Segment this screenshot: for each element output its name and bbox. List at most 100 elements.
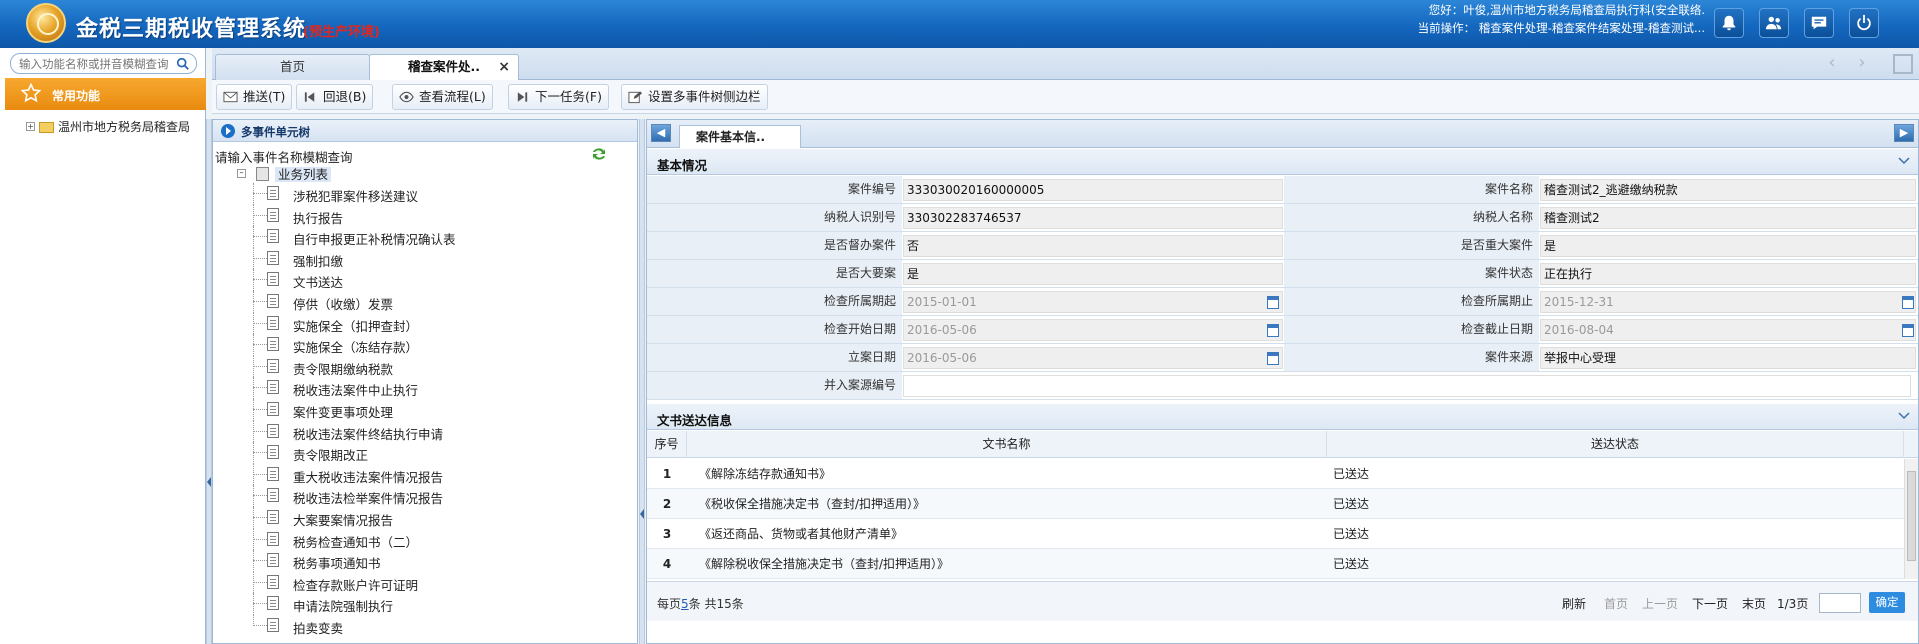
tab-home[interactable]: 首页 [215,54,370,80]
tree-item[interactable]: 税收违法案件中止执行 [213,377,637,399]
first-page-link[interactable]: 首页 [1604,595,1628,612]
page-jump-button[interactable]: 确定 [1869,592,1905,613]
next-task-button[interactable]: 下一任务(F) [508,84,609,110]
table-row[interactable]: 3 《返还商品、货物或者其他财产清单》 已送达 [647,519,1904,549]
view-flow-button-label: 查看流程(L) [419,89,486,104]
calendar-icon[interactable] [1902,324,1914,337]
info-row: 是否督办案件 否 是否重大案件 是 [647,232,1918,260]
close-tab-icon[interactable]: × [498,55,510,79]
tree-item[interactable]: 税务检查通知书（二） [213,528,637,551]
last-page-link[interactable]: 末页 [1742,595,1766,612]
case-source-field[interactable]: 举报中心受理 [1540,347,1916,369]
taxpayer-id-field[interactable]: 330302283746537 [903,207,1283,229]
tab-case-basic-info[interactable]: 案件基本信.. [679,125,801,148]
refresh-icon[interactable] [591,147,607,161]
collapse-tree-icon[interactable] [640,509,644,519]
case-detail-panel: ◀ 案件基本信.. ▶ 基本情况 案件编号 333030020160000005… [646,119,1919,644]
period-start-field[interactable]: 2015-01-01 [903,291,1283,313]
case-status-field[interactable]: 正在执行 [1540,263,1916,285]
tree-item[interactable]: 停供（收缴）发票 [213,290,637,313]
tree-item[interactable]: 税务事项通知书 [213,550,637,572]
back-button[interactable]: 回退(B) [296,84,374,110]
refresh-link[interactable]: 刷新 [1562,595,1586,612]
tree-item-label: 实施保全（冻结存款） [293,340,419,356]
check-end-field[interactable]: 2016-08-04 [1540,319,1916,341]
tree-item[interactable]: 重大税收违法案件情况报告 [213,463,637,486]
chevron-down-icon[interactable] [1898,410,1910,422]
prev-page-link[interactable]: 上一页 [1642,595,1678,612]
col-header-status[interactable]: 送达状态 [1327,431,1904,458]
doc-table-scrollbar[interactable] [1904,459,1918,579]
merged-source-field[interactable] [903,375,1911,397]
tree-item[interactable]: 税收违法检举案件情况报告 [213,485,637,507]
next-page-link[interactable]: 下一页 [1692,595,1728,612]
case-name-field[interactable]: 稽查测试2_逃避缴纳税款 [1540,179,1916,201]
table-row[interactable]: 4 《解除税收保全措施决定书（查封/扣押适用）》 已送达 [647,549,1904,579]
document-icon [267,358,279,373]
tree-item[interactable]: 责令限期缴纳税款 [213,355,637,378]
tree-item[interactable]: 涉税犯罪案件移送建议 [213,183,637,205]
tree-item[interactable]: 实施保全（扣押查封） [213,312,637,335]
col-header-no[interactable]: 序号 [647,431,687,458]
col-header-doc-name[interactable]: 文书名称 [687,431,1327,458]
tree-item[interactable]: 实施保全（冻结存款） [213,334,637,356]
view-flow-button[interactable]: 查看流程(L) [392,84,493,110]
row-number: 3 [662,527,672,541]
doc-name-cell: 《解除税收保全措施决定书（查封/扣押适用）》 [699,557,950,571]
period-end-field[interactable]: 2015-12-31 [1540,291,1916,313]
taxpayer-name-field[interactable]: 稽查测试2 [1540,207,1916,229]
expand-plus-icon[interactable]: + [26,122,35,131]
messages-button[interactable] [1804,8,1834,38]
window-maximize-icon[interactable] [1893,54,1913,74]
search-icon[interactable] [176,57,190,71]
collapse-left-icon[interactable] [207,477,211,487]
scroll-left-icon[interactable]: ◀ [651,124,671,142]
common-functions-header[interactable]: 常用功能 [5,78,206,110]
filing-date-field[interactable]: 2016-05-06 [903,347,1283,369]
tab-case-processing[interactable]: 稽查案件处.. × [369,54,519,81]
major-case-field[interactable]: 是 [1540,235,1916,257]
tree-root-node[interactable]: – 业务列表 [237,164,332,183]
push-button[interactable]: 推送(T) [216,84,293,110]
calendar-icon[interactable] [1267,352,1279,365]
collapse-minus-icon[interactable]: – [237,169,246,178]
tree-item[interactable]: 大案要案情况报告 [213,506,637,529]
tree-item[interactable]: 自行申报更正补税情况确认表 [213,226,637,248]
table-row[interactable]: 2 《税收保全措施决定书（查封/扣押适用）》 已送达 [647,489,1904,519]
big-case-field[interactable]: 是 [903,263,1283,285]
chevron-right-icon[interactable]: › [1852,54,1872,74]
case-no-field[interactable]: 333030020160000005 [903,179,1283,201]
tree-splitter[interactable] [639,119,645,644]
check-start-field[interactable]: 2016-05-06 [903,319,1283,341]
tree-item[interactable]: 强制扣缴 [213,247,637,270]
doc-section-header[interactable]: 文书送达信息 [647,404,1918,430]
tree-item[interactable]: 检查存款账户许可证明 [213,571,637,594]
users-button[interactable] [1759,8,1789,38]
chevron-down-icon[interactable] [1898,155,1910,167]
calendar-icon[interactable] [1902,296,1914,309]
tree-item[interactable]: 拍卖变卖 [213,614,637,637]
tree-item[interactable]: 申请法院强制执行 [213,593,637,615]
tree-item[interactable]: 责令限期改正 [213,442,637,464]
page-size-link[interactable]: 5 [681,597,689,611]
logout-button[interactable] [1849,8,1879,38]
tree-item[interactable]: 案件变更事项处理 [213,398,637,421]
tree-item[interactable]: 执行报告 [213,204,637,227]
tree-item-label: 拍卖变卖 [293,620,344,636]
page-jump-input[interactable] [1819,593,1861,613]
scroll-right-icon[interactable]: ▶ [1894,124,1914,142]
table-row[interactable]: 1 《解除冻结存款通知书》 已送达 [647,459,1904,489]
info-row: 纳税人识别号 330302283746537 纳税人名称 稽查测试2 [647,204,1918,232]
supervised-field[interactable]: 否 [903,235,1283,257]
calendar-icon[interactable] [1267,296,1279,309]
chevron-left-icon[interactable]: ‹ [1822,54,1842,74]
calendar-icon[interactable] [1267,324,1279,337]
basic-info-section-header[interactable]: 基本情况 [647,149,1918,175]
scrollbar-thumb[interactable] [1907,471,1916,561]
tree-item[interactable]: 税收违法案件终结执行申请 [213,420,637,443]
set-sidebar-button[interactable]: 设置多事件树侧边栏 [621,84,768,110]
tree-item[interactable]: 文书送达 [213,269,637,291]
notification-bell-button[interactable] [1714,8,1744,38]
function-search-input[interactable] [19,56,179,72]
org-tree-node[interactable]: + 温州市地方税务局稽查局 [26,118,190,135]
